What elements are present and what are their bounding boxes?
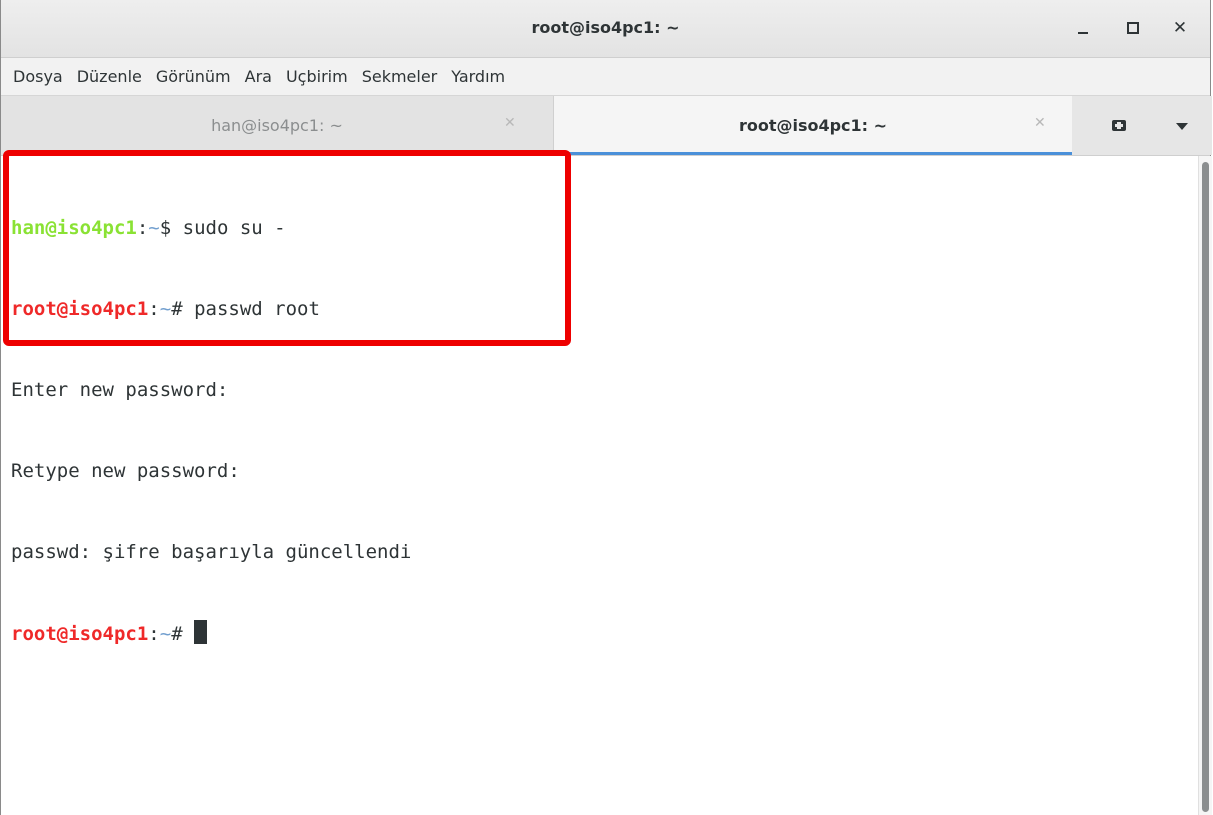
tab-bar: han@iso4pc1: ~ ✕ root@iso4pc1: ~ ✕ (1, 96, 1212, 156)
tab-actions (1072, 96, 1212, 155)
menu-ucbirim[interactable]: Uçbirim (286, 65, 348, 88)
prompt-sep: : (148, 623, 160, 645)
menu-gorunum[interactable]: Görünüm (156, 65, 231, 88)
terminal-line: root@iso4pc1:~# (11, 620, 411, 647)
menu-sekmeler[interactable]: Sekmeler (362, 65, 438, 88)
prompt-symbol: # (171, 623, 195, 645)
title-bar[interactable]: root@iso4pc1: ~ ✕ (1, 0, 1210, 58)
scrollbar-thumb[interactable] (1202, 162, 1209, 812)
terminal-scrollbar[interactable] (1198, 156, 1212, 815)
menu-dosya[interactable]: Dosya (13, 65, 63, 88)
prompt-path: ~ (159, 623, 172, 645)
tab-han[interactable]: han@iso4pc1: ~ ✕ (1, 96, 554, 155)
terminal-line: Enter new password: (11, 379, 229, 401)
close-button[interactable]: ✕ (1166, 14, 1194, 42)
terminal-line: passwd: şifre başarıyla güncellendi (11, 541, 412, 563)
minimize-icon (1078, 32, 1088, 34)
tab-label: root@iso4pc1: ~ (738, 116, 888, 135)
terminal-window: root@iso4pc1: ~ ✕ Dosya Düzenle Görünüm … (0, 0, 1212, 815)
menu-bar: Dosya Düzenle Görünüm Ara Uçbirim Sekmel… (1, 58, 1210, 96)
close-icon: ✕ (1172, 17, 1188, 38)
prompt-user: root@iso4pc1 (11, 623, 149, 645)
tab-menu-dropdown-icon[interactable] (1176, 123, 1188, 130)
tab-root[interactable]: root@iso4pc1: ~ ✕ (554, 96, 1072, 155)
window-title: root@iso4pc1: ~ (531, 18, 680, 37)
menu-ara[interactable]: Ara (245, 65, 272, 88)
tab-close-icon[interactable]: ✕ (1034, 115, 1046, 131)
tab-close-icon[interactable]: ✕ (504, 115, 516, 131)
text-cursor (194, 620, 208, 644)
new-tab-icon[interactable] (1112, 120, 1126, 131)
maximize-icon (1127, 22, 1139, 34)
minimize-button[interactable] (1069, 14, 1097, 42)
tab-label: han@iso4pc1: ~ (211, 116, 343, 135)
red-highlight-box (3, 150, 571, 346)
maximize-button[interactable] (1119, 14, 1147, 42)
menu-duzenle[interactable]: Düzenle (77, 65, 142, 88)
menu-yardim[interactable]: Yardım (451, 65, 505, 88)
terminal-line: Retype new password: (11, 460, 240, 482)
